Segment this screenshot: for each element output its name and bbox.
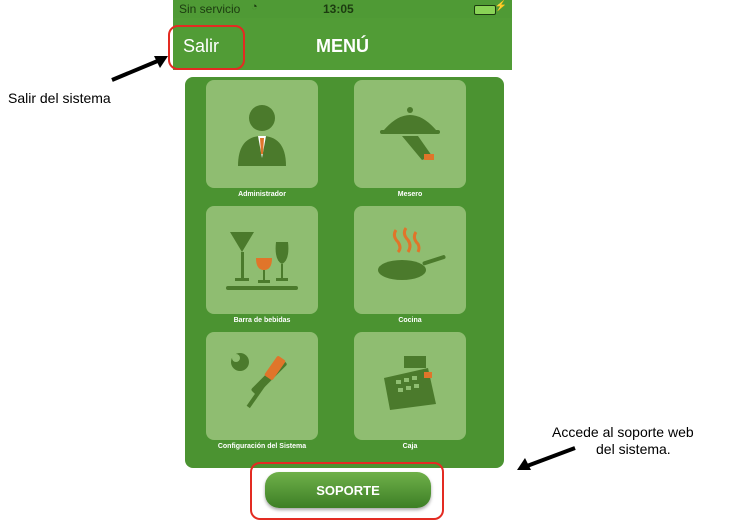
battery-icon: [474, 5, 496, 15]
tile-administrador[interactable]: [206, 80, 318, 188]
menu-panel: Administrador Mesero Barra de bebidas Co…: [185, 77, 504, 468]
status-time: 13:05: [323, 2, 354, 16]
annotation-soporte-line1: Accede al soporte web: [552, 424, 694, 440]
carrier-label: Sin servicio: [179, 2, 241, 16]
tile-caja[interactable]: [354, 332, 466, 440]
cash-register-icon: [384, 356, 436, 410]
frying-pan-icon: [378, 227, 446, 280]
highlight-soporte: [250, 462, 444, 520]
highlight-salir: [168, 25, 245, 70]
arrow-icon: [517, 446, 576, 470]
tile-label-configuracion: Configuración del Sistema: [217, 443, 307, 450]
wifi-icon: ◔: [251, 1, 258, 13]
tile-label-cocina: Cocina: [398, 317, 422, 324]
tile-label-mesero: Mesero: [397, 191, 423, 198]
arrow-icon: [111, 56, 168, 82]
app-screen: Sin servicio ◔ 13:05 ⚡ Salir MENÚ Admini…: [173, 0, 512, 521]
tools-icon: [231, 353, 287, 409]
drinks-icon: [226, 232, 298, 290]
tile-mesero[interactable]: [354, 80, 466, 188]
serving-tray-icon: [380, 107, 440, 160]
annotation-salir: Salir del sistema: [8, 90, 111, 106]
tile-configuracion[interactable]: [206, 332, 318, 440]
charging-icon: ⚡: [494, 1, 507, 12]
waiter-icon: [238, 105, 286, 166]
tile-label-administrador: Administrador: [238, 191, 286, 198]
annotation-soporte-line2: del sistema.: [596, 441, 671, 457]
tile-cocina[interactable]: [354, 206, 466, 314]
status-bar: Sin servicio ◔ 13:05 ⚡: [173, 0, 512, 18]
tile-label-caja: Caja: [402, 443, 418, 450]
tile-barra-de-bebidas[interactable]: [206, 206, 318, 314]
tile-label-barra-de-bebidas: Barra de bebidas: [233, 317, 291, 324]
